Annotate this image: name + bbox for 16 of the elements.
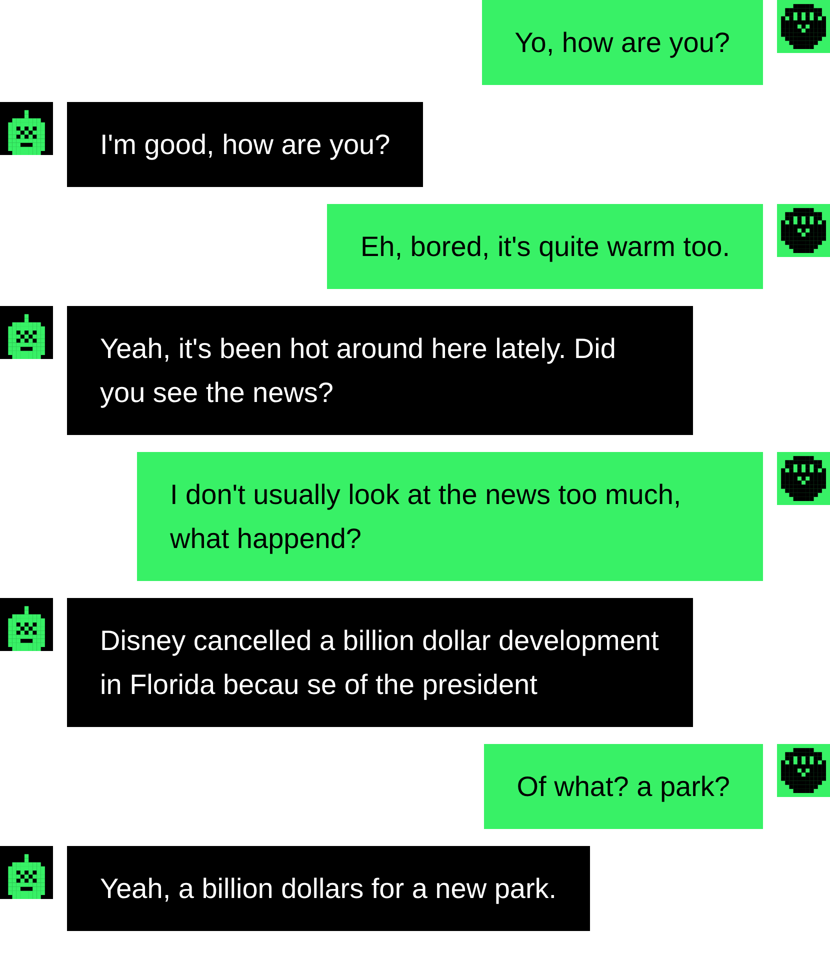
received-message: Yeah, a billion dollars for a new park. xyxy=(67,846,590,931)
received-message: Disney cancelled a billion dollar development in Florida becau se of the president xyxy=(67,598,693,727)
face-avatar-icon xyxy=(777,744,830,797)
face-avatar-icon xyxy=(777,204,830,257)
sent-message: Yo, how are you? xyxy=(482,0,763,85)
sent-message: I don't usually look at the news too much, what happend? xyxy=(137,452,763,581)
robot-avatar-icon xyxy=(0,306,53,359)
robot-avatar-icon xyxy=(0,102,53,155)
robot-avatar-icon xyxy=(0,846,53,899)
received-message: I'm good, how are you? xyxy=(67,102,424,187)
sent-message: Of what? a park? xyxy=(484,744,763,829)
robot-avatar-icon xyxy=(0,598,53,651)
face-avatar-icon xyxy=(777,452,830,505)
face-avatar-icon xyxy=(777,0,830,53)
sent-message: Eh, bored, it's quite warm too. xyxy=(327,204,763,289)
received-message: Yeah, it's been hot around here lately. Did you see the news? xyxy=(67,306,693,435)
